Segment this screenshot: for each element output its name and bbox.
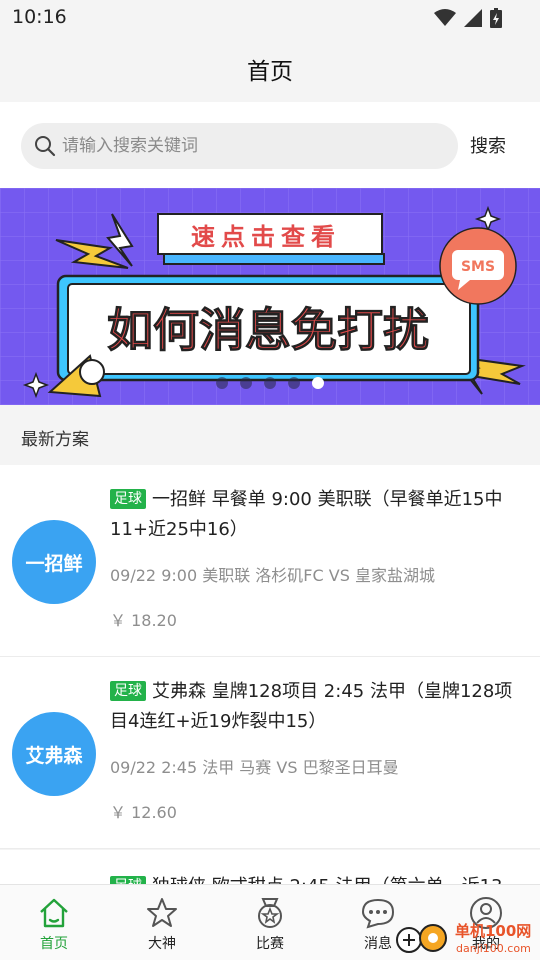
medal-icon (258, 898, 282, 928)
app-header: 首页 (0, 36, 540, 102)
section-title: 最新方案 (21, 430, 89, 450)
watermark-logo: 单机100网 danji100.com (396, 922, 531, 955)
tab-experts[interactable]: 大神 (108, 885, 216, 960)
carousel-dot[interactable] (240, 377, 252, 389)
status-icons (434, 8, 502, 28)
banner-header-text: 速点击查看 (191, 223, 341, 251)
battery-icon (490, 8, 502, 28)
search-box[interactable] (21, 123, 458, 169)
avatar[interactable]: 艾弗森 (12, 712, 96, 796)
banner-main-text: 如何消息免打扰 (107, 303, 429, 357)
price: ￥ 12.60 (110, 803, 177, 822)
section-header: 最新方案 (0, 405, 540, 465)
chat-icon (361, 898, 395, 929)
tab-home[interactable]: 首页 (0, 885, 108, 960)
tab-label: 大神 (148, 936, 176, 952)
match-info: 09/22 9:00 美职联 洛杉矶FC VS 皇家盐湖城 (110, 566, 435, 585)
plan-title: 足球 一招鲜 早餐单 9:00 美职联（早餐单近15中11+近25中16） (110, 485, 530, 545)
carousel-dot-active[interactable] (312, 377, 324, 389)
plan-card[interactable]: 艾弗森 足球 艾弗森 皇牌128项目 2:45 法甲（皇牌128项目4连红+近19… (0, 657, 540, 849)
tab-label: 首页 (40, 936, 68, 952)
plan-title-text: 一招鲜 早餐单 9:00 美职联（早餐单近15中11+近25中16） (110, 489, 503, 540)
category-tag: 足球 (110, 681, 146, 701)
watermark-text: 单机100网 (455, 922, 531, 940)
category-tag: 足球 (110, 489, 146, 509)
tab-label: 消息 (364, 936, 392, 952)
tab-label: 比赛 (256, 936, 284, 952)
search-input[interactable] (62, 136, 442, 156)
carousel-dot[interactable] (288, 377, 300, 389)
avatar[interactable]: 一招鲜 (12, 520, 96, 604)
promo-banner[interactable]: 速点击查看 如何消息免打扰 SMS (0, 188, 540, 405)
search-button[interactable]: 搜索 (470, 132, 506, 158)
tab-matches[interactable]: 比赛 (216, 885, 324, 960)
watermark-subtext: danji100.com (456, 942, 531, 955)
signal-icon (464, 9, 482, 27)
plan-card[interactable]: 一招鲜 足球 一招鲜 早餐单 9:00 美职联（早餐单近15中11+近25中16）… (0, 465, 540, 657)
search-icon (35, 136, 56, 157)
banner-bubble-text: SMS (461, 259, 495, 275)
search-area: 搜索 (0, 102, 540, 188)
plan-title: 足球 艾弗森 皇牌128项目 2:45 法甲（皇牌128项目4连红+近19炸裂中1… (110, 677, 530, 737)
home-icon (40, 898, 68, 928)
star-icon (147, 898, 177, 927)
match-info: 09/22 2:45 法甲 马赛 VS 巴黎圣日耳曼 (110, 758, 399, 777)
page-title: 首页 (247, 59, 293, 85)
status-bar: 10:16 (0, 0, 540, 36)
carousel-dot[interactable] (216, 377, 228, 389)
wifi-icon (434, 9, 456, 26)
banner-artwork: 速点击查看 如何消息免打扰 SMS (0, 188, 540, 405)
price: ￥ 18.20 (110, 611, 177, 630)
status-time: 10:16 (12, 6, 67, 28)
plan-title-text: 艾弗森 皇牌128项目 2:45 法甲（皇牌128项目4连红+近19炸裂中15） (110, 681, 513, 732)
carousel-dot[interactable] (264, 377, 276, 389)
carousel-indicator (216, 377, 324, 389)
